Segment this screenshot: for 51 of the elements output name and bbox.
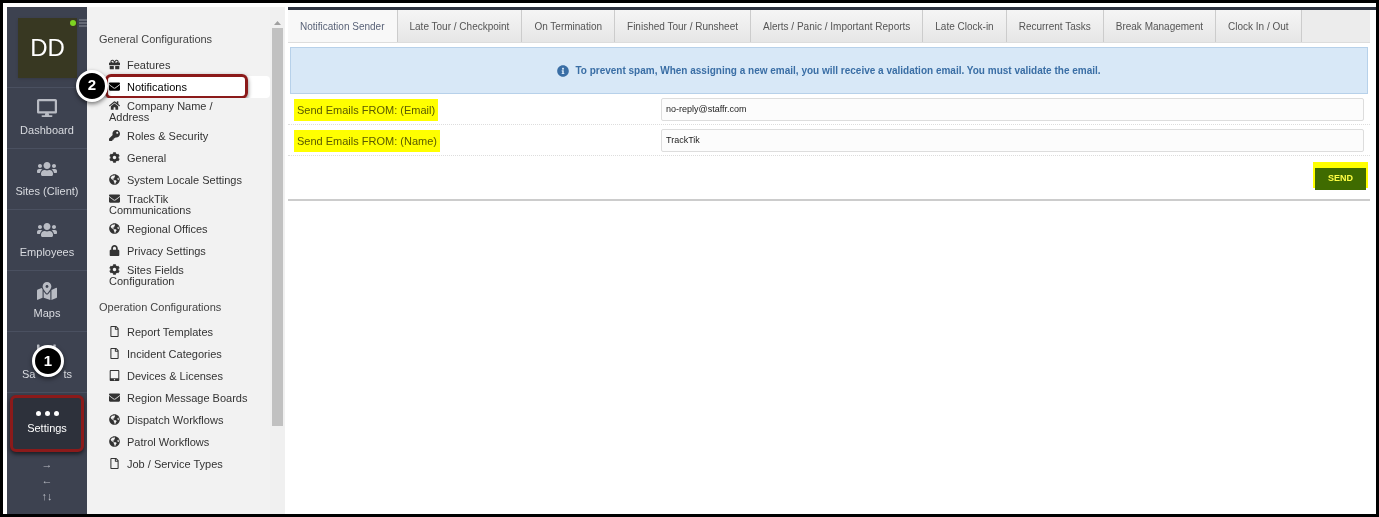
gear-icon	[109, 151, 120, 163]
tab[interactable]: Late Clock-in	[923, 10, 1007, 42]
tab[interactable]: Notification Sender	[288, 10, 398, 42]
file-icon	[109, 458, 120, 469]
tab[interactable]: Finished Tour / Runsheet	[615, 10, 752, 42]
lock-icon	[109, 244, 120, 256]
text-field[interactable]: TrackTik	[661, 128, 1364, 152]
nav-item[interactable]: Employees	[7, 210, 87, 270]
monitor-icon	[37, 97, 57, 118]
tab[interactable]: Recurrent Tasks	[1006, 10, 1104, 42]
tab[interactable]: Break Management	[1103, 10, 1217, 42]
envelope-icon	[109, 192, 120, 204]
nav-arrow[interactable]: →	[41, 456, 53, 472]
tablet-icon	[109, 370, 120, 381]
user-avatar[interactable]: DD	[18, 18, 77, 78]
more-icon	[35, 410, 59, 416]
nav-item[interactable]: Sites (Client)	[7, 149, 87, 209]
globe-icon	[109, 173, 120, 185]
nav-arrow[interactable]: ←	[41, 472, 53, 488]
info-message: To prevent spam, When assigning a new email, you will receive a validation email. You must validate the email.	[575, 64, 1101, 78]
nav-label: ts	[63, 366, 72, 382]
file-icon	[109, 348, 120, 359]
globe-icon	[109, 436, 120, 447]
file-icon	[109, 326, 120, 337]
globe-icon	[109, 222, 120, 234]
tab[interactable]: Clock In / Out	[1216, 10, 1302, 42]
envelope-icon	[109, 392, 120, 403]
nav-label: Sa	[22, 366, 36, 382]
map-icon	[37, 280, 57, 301]
gift-icon	[109, 58, 120, 70]
menu-icon[interactable]	[79, 19, 87, 27]
scroll-up-icon	[274, 21, 281, 25]
field-label: Send Emails FROM: (Email)	[294, 98, 439, 122]
globe-icon	[109, 414, 120, 425]
key-icon	[109, 129, 120, 141]
tab[interactable]: On Termination	[522, 10, 616, 42]
tab[interactable]: Alerts / Panic / Important Reports	[751, 10, 924, 42]
text-field[interactable]: no-reply@staffr.com	[661, 97, 1364, 121]
nav-item[interactable]: Settings	[10, 395, 84, 452]
info-icon	[557, 64, 570, 77]
section-heading: Operation Configurations	[99, 299, 223, 315]
section-heading: General Configurations	[99, 32, 214, 47]
nav-item[interactable]: Dashboard	[7, 88, 87, 148]
send-button[interactable]: SEND	[1315, 167, 1366, 190]
field-label: Send Emails FROM: (Name)	[294, 129, 440, 153]
home-icon	[109, 99, 120, 111]
gear-icon	[109, 263, 120, 275]
envelope-icon	[109, 80, 120, 92]
tab[interactable]: Late Tour / Checkpoint	[397, 10, 523, 42]
nav-arrow[interactable]: ↑↓	[41, 488, 53, 504]
nav-item[interactable]: Maps	[7, 271, 87, 331]
